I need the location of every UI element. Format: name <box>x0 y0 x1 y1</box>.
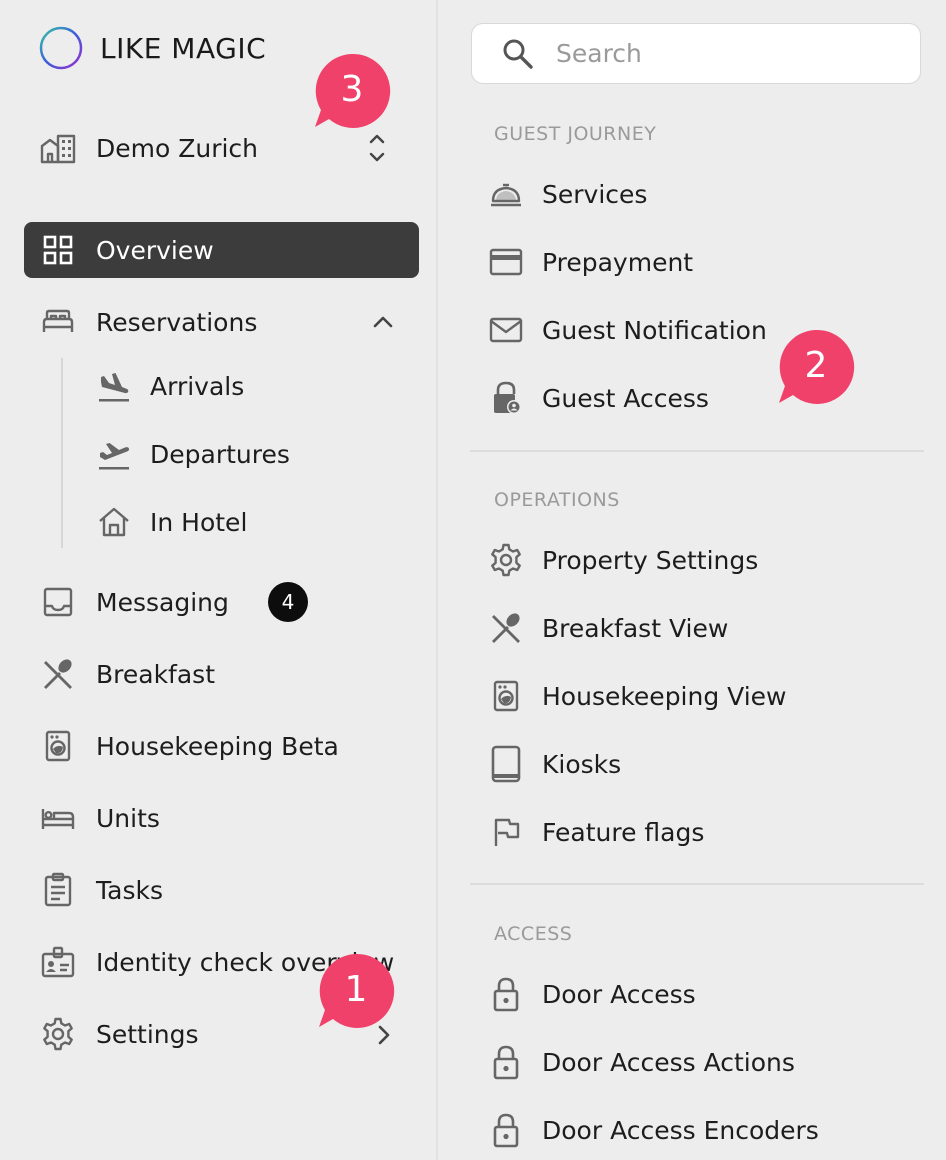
settings-item-label: Kiosks <box>542 749 622 779</box>
brand-name: LIKE MAGIC <box>100 31 267 65</box>
gear-icon <box>38 1014 78 1054</box>
settings-item-label: Door Access <box>542 979 696 1009</box>
property-name: Demo Zurich <box>96 133 259 163</box>
settings-item-prepayment[interactable]: Prepayment <box>486 237 693 287</box>
sidebar-item-label: Units <box>96 803 160 833</box>
lock-icon <box>486 974 526 1014</box>
sidebar-item-housekeeping[interactable]: Housekeeping Beta <box>38 721 339 771</box>
settings-item-label: Guest Notification <box>542 315 767 345</box>
settings-item-label: Housekeeping View <box>542 681 787 711</box>
section-divider <box>470 883 924 885</box>
callout-marker-1: 1 <box>316 952 396 1032</box>
id-badge-icon <box>38 942 78 982</box>
clipboard-icon <box>38 870 78 910</box>
settings-item-housekeeping-view[interactable]: Housekeeping View <box>486 671 787 721</box>
section-title-operations: OPERATIONS <box>494 489 620 511</box>
settings-item-door-access-encoders[interactable]: Door Access Encoders <box>486 1105 819 1155</box>
settings-item-feature-flags[interactable]: Feature flags <box>486 807 704 857</box>
sidebar-item-in-hotel[interactable]: In Hotel <box>94 497 247 547</box>
callout-number: 1 <box>344 968 368 1010</box>
settings-item-services[interactable]: Services <box>486 169 647 219</box>
settings-item-label: Feature flags <box>542 817 705 847</box>
section-divider <box>470 450 924 452</box>
sidebar-item-label: In Hotel <box>150 507 248 537</box>
tablet-icon <box>486 744 526 784</box>
sidebar-item-messaging[interactable]: Messaging <box>38 577 229 627</box>
sidebar-item-label: Settings <box>96 1019 199 1049</box>
settings-item-label: Breakfast View <box>542 613 729 643</box>
building-icon <box>40 134 76 164</box>
hotel-bed-icon <box>38 798 78 838</box>
callout-marker-3: 3 <box>312 52 392 132</box>
settings-item-door-access-actions[interactable]: Door Access Actions <box>486 1037 795 1087</box>
sidebar-item-settings[interactable]: Settings <box>38 1009 199 1059</box>
bed-icon <box>38 302 78 342</box>
utensils-icon <box>38 654 78 694</box>
sidebar-item-arrivals[interactable]: Arrivals <box>94 361 244 411</box>
sidebar-item-label: Breakfast <box>96 659 216 689</box>
settings-item-label: Guest Access <box>542 383 709 413</box>
washing-machine-icon <box>38 726 78 766</box>
settings-item-guest-access[interactable]: Guest Access <box>486 373 709 423</box>
sidebar-item-overview[interactable]: Overview <box>38 225 214 275</box>
submenu-guide-line <box>61 358 63 548</box>
settings-item-guest-notification[interactable]: Guest Notification <box>486 305 767 355</box>
inbox-icon <box>38 582 78 622</box>
mail-icon <box>486 310 526 350</box>
lock-icon <box>486 1042 526 1082</box>
settings-item-label: Door Access Encoders <box>542 1115 819 1145</box>
settings-item-door-access[interactable]: Door Access <box>486 969 696 1019</box>
sidebar-item-tasks[interactable]: Tasks <box>38 865 163 915</box>
search-input[interactable] <box>554 38 888 69</box>
flag-icon <box>486 812 526 852</box>
chevron-up-down-icon <box>369 134 385 162</box>
lock-person-icon <box>486 378 526 418</box>
settings-item-breakfast-view[interactable]: Breakfast View <box>486 603 728 653</box>
utensils-icon <box>486 608 526 648</box>
sidebar-item-units[interactable]: Units <box>38 793 160 843</box>
logo-ring-icon <box>39 26 83 70</box>
plane-landing-icon <box>94 366 134 406</box>
settings-item-label: Services <box>542 179 648 209</box>
sidebar-item-label: Departures <box>150 439 290 469</box>
settings-item-label: Door Access Actions <box>542 1047 795 1077</box>
brand-logo[interactable]: LIKE MAGIC <box>38 24 266 72</box>
sidebar-item-label: Messaging <box>96 587 229 617</box>
settings-item-kiosks[interactable]: Kiosks <box>486 739 621 789</box>
callout-marker-2: 2 <box>776 328 856 408</box>
credit-card-icon <box>486 242 526 282</box>
sidebar-item-label: Housekeeping Beta <box>96 731 339 761</box>
search-box[interactable] <box>471 23 921 84</box>
sidebar-item-label: Arrivals <box>150 371 245 401</box>
search-icon <box>503 39 533 69</box>
settings-item-property-settings[interactable]: Property Settings <box>486 535 758 585</box>
section-title-guest-journey: GUEST JOURNEY <box>494 123 657 145</box>
gear-icon <box>486 540 526 580</box>
sidebar-item-breakfast[interactable]: Breakfast <box>38 649 215 699</box>
sidebar-item-reservations[interactable]: Reservations <box>38 297 257 347</box>
grid-icon <box>38 230 78 270</box>
messaging-count-badge: 4 <box>268 582 308 622</box>
callout-number: 2 <box>804 344 828 386</box>
settings-item-label: Property Settings <box>542 545 759 575</box>
sidebar-item-departures[interactable]: Departures <box>94 429 290 479</box>
room-service-bell-icon <box>486 174 526 214</box>
washing-machine-icon <box>486 676 526 716</box>
callout-number: 3 <box>340 68 364 110</box>
chevron-up-icon[interactable] <box>370 308 396 336</box>
sidebar-item-label: Reservations <box>96 307 258 337</box>
sidebar-item-label: Overview <box>96 235 214 265</box>
plane-takeoff-icon <box>94 434 134 474</box>
sidebar-item-label: Tasks <box>96 875 163 905</box>
section-title-access: ACCESS <box>494 923 573 945</box>
settings-item-label: Prepayment <box>542 247 694 277</box>
home-icon <box>94 502 134 542</box>
lock-icon <box>486 1110 526 1150</box>
